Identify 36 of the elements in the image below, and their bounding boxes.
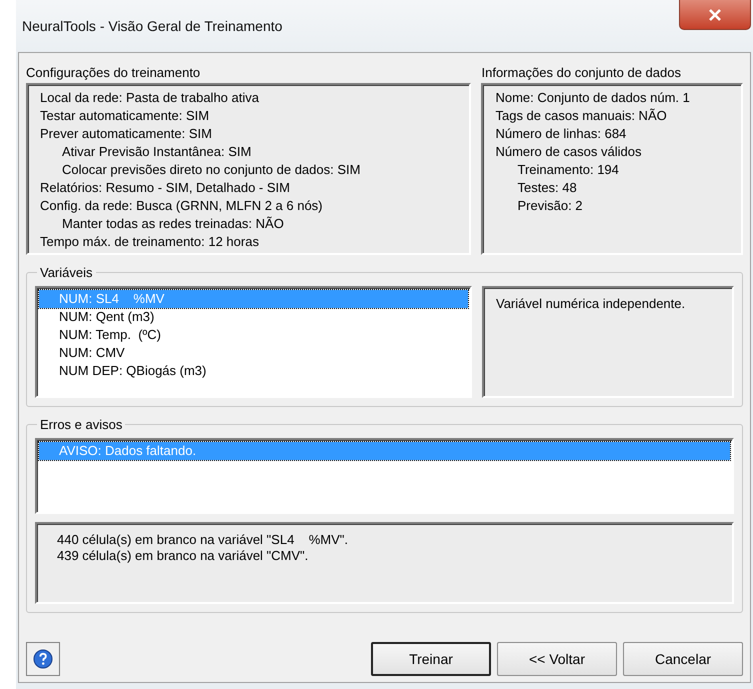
dialog-button[interactable]: << Voltar (497, 642, 617, 676)
group-title: Variáveis (39, 265, 94, 280)
variable-item[interactable]: NUM: Temp. (ºC) (39, 326, 468, 344)
info-line: Tempo máx. de treinamento: 12 horas (39, 233, 260, 251)
group-title: Erros e avisos (39, 417, 124, 432)
info-line: Tags de casos manuais: NÃO (494, 107, 668, 125)
info-line: Testar automaticamente: SIM (39, 107, 210, 125)
window-title: NeuralTools - Visão Geral de Treinamento (22, 18, 282, 34)
info-line: Config. da rede: Busca (GRNN, MLFN 2 a 6 nós) (39, 197, 324, 215)
variable-item[interactable]: NUM: Qent (m3) (39, 308, 468, 326)
info-line: Colocar previsões direto no conjunto de dados: SIM (61, 161, 362, 179)
info-line: Número de linhas: 684 (494, 125, 628, 143)
warning-detail: 439 célula(s) em branco na variável "CMV". (56, 548, 310, 564)
close-icon (707, 8, 723, 22)
info-line: Manter todas as redes treinadas: NÃO (61, 215, 285, 233)
info-line: Local da rede: Pasta de trabalho ativa (39, 89, 260, 107)
dialog-button[interactable]: Cancelar (623, 642, 743, 676)
close-button[interactable] (679, 0, 751, 30)
help-icon (33, 649, 53, 669)
info-line: Ativar Previsão Instantânea: SIM (61, 143, 252, 161)
warning-detail: 440 célula(s) em branco na variável "SL4 %MV". (56, 532, 350, 548)
info-line: Testes: 48 (516, 179, 578, 197)
help-button[interactable] (26, 642, 60, 676)
variables-list[interactable]: NUM: SL4 %MV NUM: Qent (m3) NUM: Temp. (ºC) NUM: CMV NUM DEP: QBiogás (m3) (35, 286, 472, 398)
variable-item[interactable]: NUM: CMV (39, 344, 468, 362)
section-title: Informações do conjunto de dados (481, 64, 682, 82)
section-title: Configurações do treinamento (26, 64, 202, 82)
info-line: Treinamento: 194 (516, 161, 620, 179)
info-line: Número de casos válidos (494, 143, 642, 161)
dialog-button[interactable]: Treinar (371, 642, 491, 676)
info-line: Nome: Conjunto de dados núm. 1 (494, 89, 691, 107)
variable-description: Variável numérica independente. (496, 296, 686, 311)
info-line: Prever automaticamente: SIM (39, 125, 213, 143)
variable-item[interactable]: NUM DEP: QBiogás (m3) (39, 362, 468, 380)
info-line: Relatórios: Resumo - SIM, Detalhado - SIM (39, 179, 291, 197)
info-line: Previsão: 2 (516, 197, 584, 215)
